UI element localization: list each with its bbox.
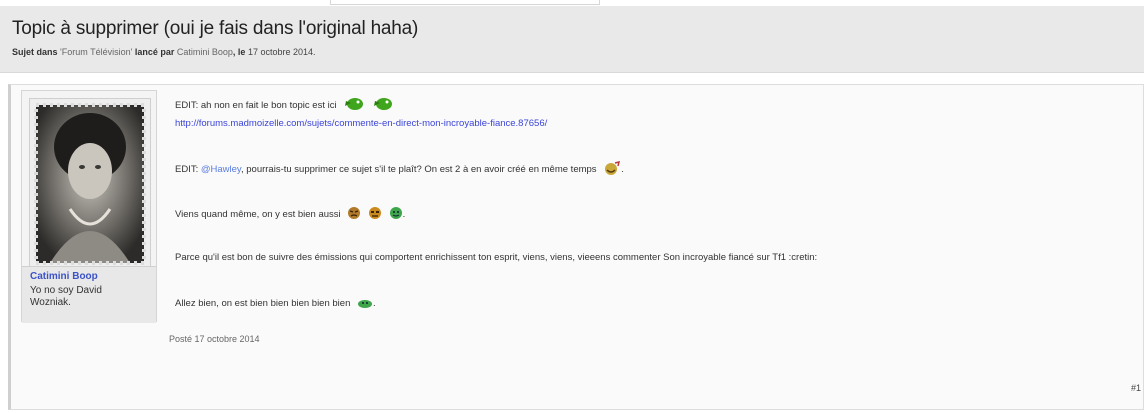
message-line-2: http://forums.madmoizelle.com/sujets/com… [175, 118, 547, 129]
thread-header: Topic à supprimer (oui je fais dans l'or… [0, 6, 1144, 73]
message-line-6: Allez bien, on est bien bien bien bien b… [175, 296, 376, 311]
author-link[interactable]: Catimini Boop [177, 47, 233, 57]
meta-date-sep: , le [232, 47, 246, 57]
message-text: EDIT: ah non en fait le bon topic est ic… [175, 100, 337, 112]
user-card: Catimini Boop Yo no soy David Wozniak. [21, 90, 157, 323]
green-wink-smiley-icon [343, 97, 365, 114]
post-permalink[interactable]: #1 [1131, 383, 1141, 393]
annoyed-smiley-icon [368, 206, 382, 223]
message-line-4: Viens quand même, on y est bien aussi . [175, 206, 405, 223]
meta-started-by: lancé par [134, 47, 175, 57]
user-info: Catimini Boop Yo no soy David Wozniak. [22, 266, 156, 323]
laughing-smiley-icon [603, 160, 621, 178]
green-smiley-icon [389, 206, 403, 223]
top-tab [330, 0, 600, 5]
angry-smiley-icon [347, 206, 361, 223]
forum-link[interactable]: Forum Télévision [62, 47, 131, 57]
message-line-5: Parce qu'il est bon de suivre des émissi… [175, 252, 817, 263]
message-text: EDIT: [175, 164, 201, 176]
post: Catimini Boop Yo no soy David Wozniak. E… [8, 84, 1144, 410]
message-line-3: EDIT: @Hawley, pourrais-tu supprimer ce … [175, 160, 624, 178]
thread-title: Topic à supprimer (oui je fais dans l'or… [12, 18, 419, 39]
avatar-image [30, 99, 150, 269]
avatar[interactable] [29, 98, 151, 270]
mention-link[interactable]: @Hawley [201, 164, 241, 175]
green-smiley-icon [372, 97, 394, 114]
message-text: Parce qu'il est bon de suivre des émissi… [175, 252, 818, 263]
message-text: Allez bien, on est bien bien bien bien b… [175, 298, 351, 310]
thread-date: 17 octobre 2014. [247, 47, 316, 57]
username-link[interactable]: Catimini Boop [30, 271, 98, 282]
message-text: Viens quand même, on y est bien aussi [175, 209, 341, 221]
message-line-1: EDIT: ah non en fait le bon topic est ic… [175, 97, 394, 114]
meta-prefix: Sujet dans [12, 47, 58, 57]
post-date: Posté 17 octobre 2014 [169, 334, 260, 344]
topic-link[interactable]: http://forums.madmoizelle.com/sujets/com… [175, 118, 547, 129]
thread-meta: Sujet dans 'Forum Télévision' lancé par … [12, 47, 316, 57]
message-text: , pourrais-tu supprimer ce sujet s'il te… [240, 164, 597, 176]
user-title: Yo no soy David Wozniak. [30, 285, 102, 308]
green-smiley-icon [357, 296, 373, 311]
